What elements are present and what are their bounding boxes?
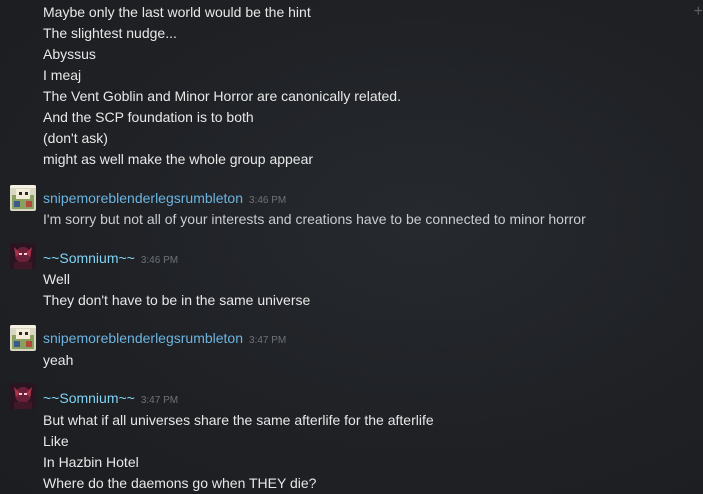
message-line: Abyssus — [43, 46, 96, 62]
avatar-snipe[interactable] — [10, 325, 36, 351]
message-line: Like — [43, 433, 69, 449]
message-header: ~~Somnium~~ 3:46 PM — [43, 249, 178, 270]
message-line: Well — [43, 271, 70, 287]
timestamp: 3:47 PM — [140, 395, 179, 406]
author-name[interactable]: snipemoreblenderlegsrumbleton — [43, 190, 243, 206]
message-line: The Vent Goblin and Minor Horror are can… — [43, 88, 401, 104]
pixel-art-avatar-icon — [10, 185, 36, 211]
message-line: I meaj — [43, 67, 82, 83]
timestamp: 3:46 PM — [140, 255, 179, 266]
message-header: ~~Somnium~~ 3:47 PM — [43, 389, 178, 410]
timestamp: 3:46 PM — [249, 195, 287, 206]
author-name[interactable]: ~~Somnium~~ — [43, 250, 135, 266]
avatar-somnium[interactable] — [10, 243, 36, 269]
message-line: Where do the daemons go when THEY die? — [43, 475, 317, 491]
avatar-somnium[interactable] — [10, 383, 36, 409]
message-line: (don't ask) — [43, 130, 108, 146]
dark-character-avatar-icon — [10, 243, 36, 269]
plus-icon[interactable]: + — [694, 4, 703, 20]
timestamp: 3:47 PM — [249, 335, 287, 346]
chat-log: + Maybe only the last world would be the… — [0, 0, 703, 494]
dark-character-avatar-icon — [10, 383, 36, 409]
author-name[interactable]: snipemoreblenderlegsrumbleton — [43, 330, 243, 346]
message-header: snipemoreblenderlegsrumbleton 3:46 PM — [43, 189, 286, 210]
message-line: Maybe only the last world would be the h… — [43, 4, 311, 20]
avatar-snipe[interactable] — [10, 185, 36, 211]
message-line: yeah — [43, 352, 74, 368]
author-name[interactable]: ~~Somnium~~ — [43, 390, 135, 406]
pixel-art-avatar-icon — [10, 325, 36, 351]
message-line: And the SCP foundation is to both — [43, 109, 254, 125]
message-line: But what if all universes share the same… — [43, 412, 434, 428]
message-line: They don't have to be in the same univer… — [43, 292, 311, 308]
message-line: I'm sorry but not all of your interests … — [43, 211, 586, 227]
message-line: The slightest nudge... — [43, 25, 177, 41]
message-header: snipemoreblenderlegsrumbleton 3:47 PM — [43, 329, 286, 350]
message-line: might as well make the whole group appea… — [43, 151, 314, 167]
message-line: In Hazbin Hotel — [43, 454, 139, 470]
